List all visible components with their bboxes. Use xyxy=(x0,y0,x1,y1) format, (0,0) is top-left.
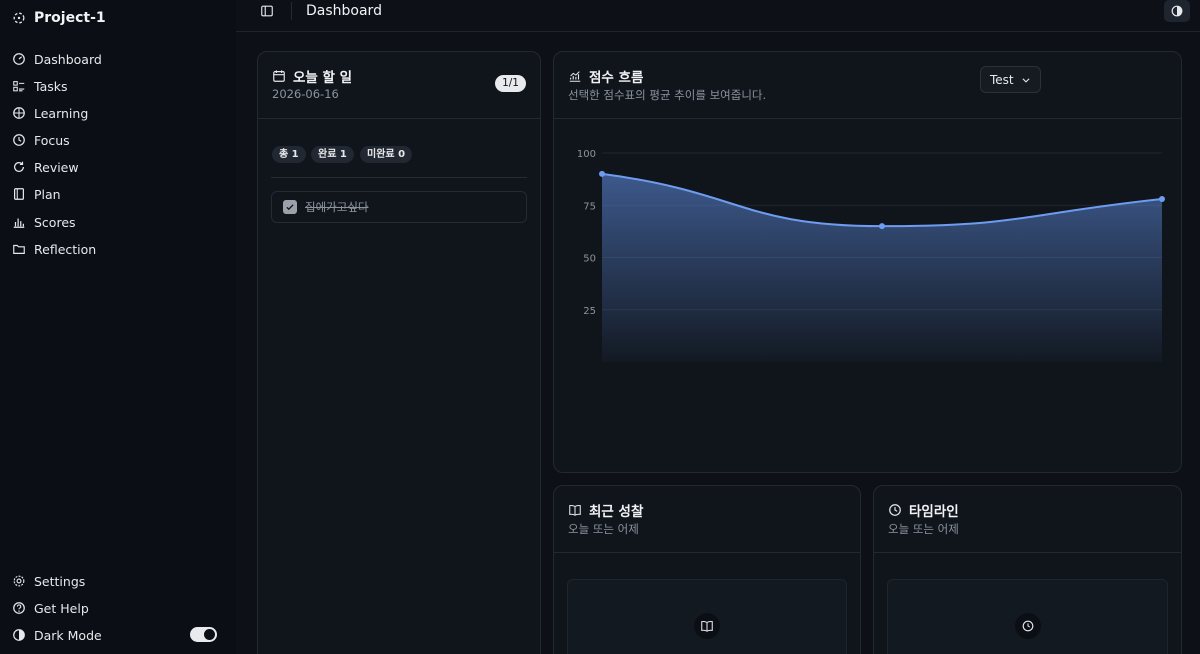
calendar-icon xyxy=(272,69,286,83)
sidebar-item-scores[interactable]: Scores xyxy=(12,211,224,233)
chip-total: 총 1 xyxy=(272,146,306,163)
data-point[interactable] xyxy=(599,170,605,177)
panel-left-icon xyxy=(260,4,274,18)
sidebar-item-tasks[interactable]: Tasks xyxy=(12,75,224,97)
sidebar-item-label: Plan xyxy=(34,186,61,202)
today-card: 오늘 할 일 2026-06-16 1/1 총 1 완료 1 미완료 0 집에가… xyxy=(257,51,541,654)
gear-icon xyxy=(12,574,26,588)
sidebar-item-focus[interactable]: Focus xyxy=(12,129,224,151)
sidebar-item-label: Reflection xyxy=(34,241,97,257)
book-open-icon xyxy=(694,613,720,639)
y-tick-label: 75 xyxy=(583,201,596,212)
sidebar-item-label: Tasks xyxy=(34,78,68,94)
sidebar-toggle-button[interactable] xyxy=(258,2,276,20)
toggle-knob xyxy=(204,629,215,640)
card-header: 점수 흐름 선택한 점수표의 평균 추이를 보여줍니다. Test xyxy=(554,52,1181,119)
sidebar-item-label: Learning xyxy=(34,105,89,121)
todo-count-badge: 1/1 xyxy=(495,75,526,92)
sidebar-item-label: Focus xyxy=(34,132,70,148)
sidebar-item-review[interactable]: Review xyxy=(12,156,224,178)
reflection-subtitle: 오늘 또는 어제 xyxy=(568,522,639,536)
series-area xyxy=(602,173,1162,362)
brand-title: Project-1 xyxy=(34,10,106,26)
scores-title: 점수 흐름 xyxy=(589,70,644,86)
y-tick-label: 100 xyxy=(577,149,596,160)
help-circle-icon xyxy=(12,601,26,615)
clock-icon xyxy=(888,503,902,517)
bar-chart-icon xyxy=(12,215,26,229)
timeline-empty-state xyxy=(887,579,1168,654)
list-checks-icon xyxy=(12,79,26,93)
page-title: Dashboard xyxy=(306,3,382,19)
clock-icon xyxy=(1014,613,1041,639)
y-tick-label: 50 xyxy=(583,254,596,265)
card-header: 최근 성찰 오늘 또는 어제 xyxy=(554,486,860,553)
divider xyxy=(271,177,527,178)
scores-subtitle: 선택한 점수표의 평균 추이를 보여줍니다. xyxy=(568,88,767,102)
score-area-chart: 100 75 50 25 xyxy=(577,149,1165,362)
brain-icon xyxy=(12,106,26,120)
sidebar-item-settings[interactable]: Settings xyxy=(12,570,224,592)
card-title: 점수 흐름 xyxy=(568,66,643,86)
sidebar-item-dark-mode[interactable]: Dark Mode xyxy=(12,624,182,646)
card-title: 최근 성찰 xyxy=(568,500,643,520)
timeline-subtitle: 오늘 또는 어제 xyxy=(888,522,959,536)
todo-text: 집에가고싶다 xyxy=(305,200,369,214)
card-title: 오늘 할 일 xyxy=(272,66,352,86)
todo-checkbox[interactable] xyxy=(283,200,297,214)
score-table-select[interactable]: Test xyxy=(980,66,1041,93)
todo-item[interactable]: 집에가고싶다 xyxy=(271,191,527,223)
sidebar-item-label: Scores xyxy=(34,214,76,230)
sidebar-item-label: Review xyxy=(34,159,79,175)
sidebar-item-label: Dashboard xyxy=(34,51,102,67)
today-title: 오늘 할 일 xyxy=(293,70,353,86)
chevron-down-icon xyxy=(1021,75,1031,85)
reflection-title: 최근 성찰 xyxy=(589,504,644,520)
folder-icon xyxy=(12,242,26,256)
book-open-icon xyxy=(568,503,582,517)
contrast-icon xyxy=(1170,4,1184,18)
card-header: 타임라인 오늘 또는 어제 xyxy=(874,486,1181,553)
y-tick-label: 25 xyxy=(583,306,596,317)
timeline-card: 타임라인 오늘 또는 어제 xyxy=(873,485,1182,654)
sidebar-item-plan[interactable]: Plan xyxy=(12,183,224,205)
sidebar: Project-1 Dashboard Tasks Learning Focus… xyxy=(0,0,236,654)
top-header: Dashboard xyxy=(236,0,1200,32)
theme-toggle-button[interactable] xyxy=(1164,0,1190,22)
project-logo-icon xyxy=(12,11,26,25)
brand[interactable]: Project-1 xyxy=(12,6,106,30)
sidebar-item-get-help[interactable]: Get Help xyxy=(12,597,224,619)
select-value: Test xyxy=(990,72,1014,87)
chip-remaining: 미완료 0 xyxy=(360,146,413,163)
sidebar-item-learning[interactable]: Learning xyxy=(12,102,224,124)
sidebar-item-reflection[interactable]: Reflection xyxy=(12,238,224,260)
sidebar-item-label: Dark Mode xyxy=(34,627,102,643)
today-date: 2026-06-16 xyxy=(272,87,339,101)
data-point[interactable] xyxy=(879,223,885,230)
reflection-empty-state xyxy=(567,579,847,654)
sidebar-item-dashboard[interactable]: Dashboard xyxy=(12,48,224,70)
header-separator xyxy=(291,2,292,20)
timeline-title: 타임라인 xyxy=(909,504,959,520)
refresh-icon xyxy=(12,160,26,174)
scores-card: 점수 흐름 선택한 점수표의 평균 추이를 보여줍니다. Test 100 75 5… xyxy=(553,51,1182,473)
data-point[interactable] xyxy=(1159,195,1165,202)
reflection-card: 최근 성찰 오늘 또는 어제 xyxy=(553,485,861,654)
book-icon xyxy=(12,187,26,201)
chip-done: 완료 1 xyxy=(311,146,354,163)
clock-icon xyxy=(12,133,26,147)
card-title: 타임라인 xyxy=(888,500,959,520)
sidebar-item-label: Settings xyxy=(34,573,86,589)
dark-mode-toggle[interactable] xyxy=(190,627,217,642)
card-header: 오늘 할 일 2026-06-16 1/1 xyxy=(258,52,540,119)
chart-line-icon xyxy=(568,69,582,83)
sidebar-item-label: Get Help xyxy=(34,600,89,616)
contrast-icon xyxy=(12,628,26,642)
gauge-icon xyxy=(12,52,26,66)
